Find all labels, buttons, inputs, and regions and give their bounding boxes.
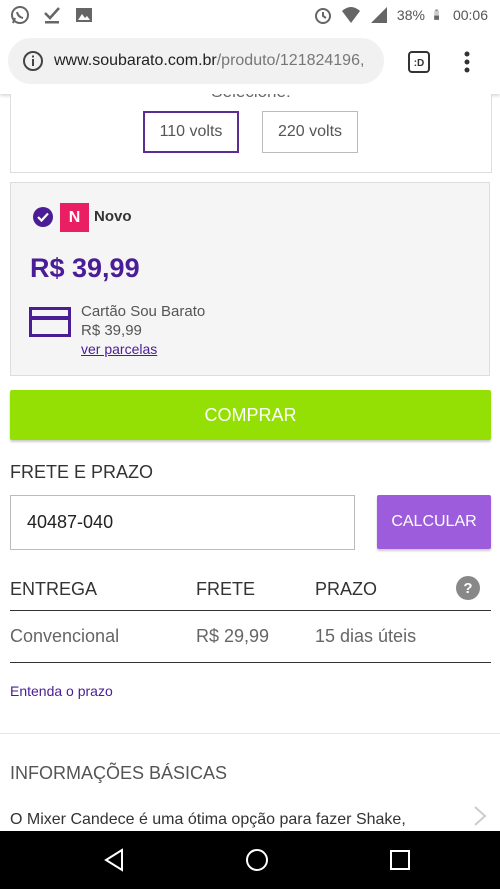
table-row-divider <box>10 662 491 663</box>
help-icon[interactable]: ? <box>456 576 480 600</box>
alarm-icon <box>314 8 331 24</box>
wifi-icon <box>341 7 360 23</box>
price: R$ 39,99 <box>30 253 140 283</box>
header-entrega: ENTREGA <box>10 579 98 599</box>
url-domain: www.soubarato.com.br <box>54 52 217 69</box>
system-nav-bar <box>0 831 500 889</box>
check-download-icon <box>44 7 60 24</box>
card-name: Cartão Sou Barato <box>81 303 206 320</box>
credit-card-icon <box>29 307 71 337</box>
back-icon[interactable] <box>102 848 126 872</box>
home-icon[interactable] <box>245 848 269 872</box>
buy-button[interactable]: COMPRAR <box>10 390 491 440</box>
clock: 00:06 <box>452 7 488 23</box>
battery-icon <box>434 9 439 20</box>
cell-prazo: 15 dias úteis <box>315 626 417 646</box>
offer-card: N Novo R$ 39,99 Cartão Sou Barato R$ 39,… <box>10 182 490 376</box>
signal-icon <box>370 7 387 23</box>
condition-label: Novo <box>94 208 132 225</box>
understand-deadline-link[interactable]: Entenda o prazo <box>10 683 113 699</box>
image-icon <box>76 8 92 22</box>
check-circle-icon <box>33 207 53 227</box>
info-text: O Mixer Candece é uma ótima opção para f… <box>10 811 406 828</box>
table-header-divider <box>10 610 491 611</box>
whatsapp-icon <box>11 6 29 24</box>
status-bar: 38% 00:06 <box>0 0 500 30</box>
cell-frete: R$ 29,99 <box>196 626 270 646</box>
voltage-selector: Selecione: 110 volts 220 volts <box>10 94 492 173</box>
recents-icon[interactable] <box>388 848 412 872</box>
url-text[interactable]: www.soubarato.com.br/produto/121824196, <box>54 52 364 70</box>
cep-input[interactable]: 40487-040 <box>10 495 355 550</box>
cell-entrega: Convencional <box>10 626 120 646</box>
tab-switcher-icon[interactable]: :D <box>407 50 431 74</box>
battery-percent: 38% <box>396 7 425 23</box>
header-frete: FRETE <box>196 579 256 599</box>
svg-text::D: :D <box>414 58 425 69</box>
condition-badge: N <box>60 203 89 232</box>
overflow-menu-icon[interactable] <box>456 50 478 74</box>
url-bar[interactable]: www.soubarato.com.br/produto/121824196, <box>8 38 384 84</box>
calculate-button[interactable]: CALCULAR <box>377 495 491 549</box>
installments-link[interactable]: ver parcelas <box>81 341 157 357</box>
info-icon[interactable] <box>22 50 44 72</box>
shipping-title: FRETE E PRAZO <box>10 462 154 482</box>
voltage-option-220[interactable]: 220 volts <box>262 111 358 153</box>
voltage-label: Selecione: <box>11 94 491 102</box>
url-path: /produto/121824196, <box>216 52 365 69</box>
chevron-right-icon[interactable] <box>472 804 488 828</box>
card-price: R$ 39,99 <box>81 322 142 339</box>
info-title: INFORMAÇÕES BÁSICAS <box>10 763 228 783</box>
section-divider <box>0 733 500 734</box>
header-prazo: PRAZO <box>315 579 378 599</box>
browser-toolbar: www.soubarato.com.br/produto/121824196, … <box>0 30 500 94</box>
voltage-option-110[interactable]: 110 volts <box>143 111 239 153</box>
